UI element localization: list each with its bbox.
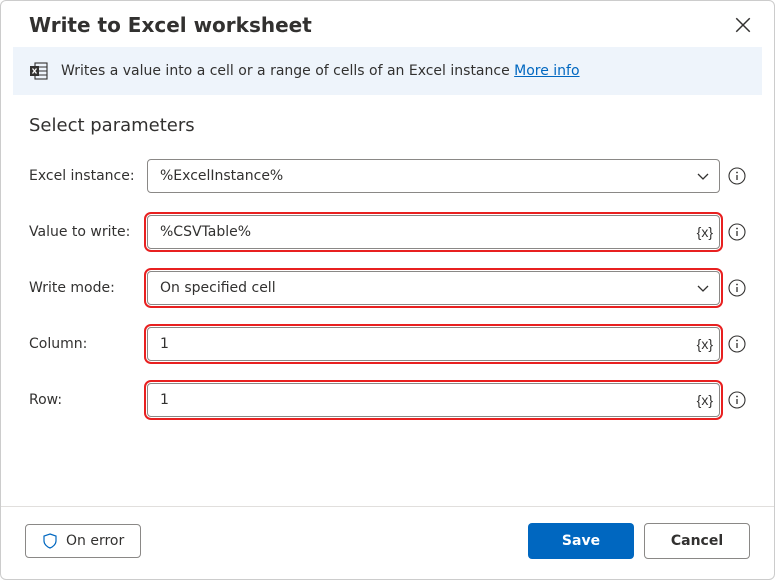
excel-instance-dropdown[interactable] [147, 159, 720, 193]
variable-picker-icon[interactable]: {x} [697, 224, 713, 240]
dialog-write-to-excel: Write to Excel worksheet Writes a value … [0, 0, 775, 580]
write-mode-value[interactable] [158, 279, 685, 297]
info-write-mode[interactable] [728, 279, 746, 297]
banner-text: Writes a value into a cell or a range of… [61, 63, 580, 79]
info-row[interactable] [728, 391, 746, 409]
row-value-to-write: Value to write: {x} [29, 204, 746, 260]
label-row: Row: [29, 392, 139, 408]
row-value[interactable] [158, 391, 685, 409]
close-button[interactable] [734, 16, 752, 34]
write-mode-dropdown[interactable] [147, 271, 720, 305]
info-value-to-write[interactable] [728, 223, 746, 241]
dialog-header: Write to Excel worksheet [1, 1, 774, 47]
dialog-title: Write to Excel worksheet [29, 13, 312, 37]
section-heading: Select parameters [1, 95, 774, 148]
chevron-down-icon [695, 168, 711, 184]
save-label: Save [562, 533, 600, 549]
variable-picker-icon[interactable]: {x} [697, 336, 713, 352]
label-column: Column: [29, 336, 139, 352]
row-column: Column: {x} [29, 316, 746, 372]
save-button[interactable]: Save [528, 523, 634, 559]
chevron-down-icon [695, 280, 711, 296]
variable-picker-icon[interactable]: {x} [697, 392, 713, 408]
info-icon [728, 279, 746, 297]
label-excel-instance: Excel instance: [29, 168, 139, 184]
info-excel-instance[interactable] [728, 167, 746, 185]
info-icon [728, 223, 746, 241]
label-value-to-write: Value to write: [29, 224, 139, 240]
banner-text-content: Writes a value into a cell or a range of… [61, 63, 514, 79]
excel-instance-value[interactable] [158, 167, 685, 185]
cancel-button[interactable]: Cancel [644, 523, 750, 559]
info-column[interactable] [728, 335, 746, 353]
on-error-button[interactable]: On error [25, 524, 141, 558]
excel-icon [29, 61, 49, 81]
on-error-label: On error [66, 533, 124, 549]
value-to-write-value[interactable] [158, 223, 685, 241]
label-write-mode: Write mode: [29, 280, 139, 296]
row-excel-instance: Excel instance: [29, 148, 746, 204]
parameters-panel: Excel instance: Value to write: {x} [1, 148, 774, 428]
dialog-footer: On error Save Cancel [1, 506, 774, 579]
more-info-link[interactable]: More info [514, 63, 579, 79]
info-icon [728, 335, 746, 353]
row-write-mode: Write mode: [29, 260, 746, 316]
value-to-write-input[interactable]: {x} [147, 215, 720, 249]
shield-icon [42, 533, 58, 549]
column-value[interactable] [158, 335, 685, 353]
info-icon [728, 391, 746, 409]
info-banner: Writes a value into a cell or a range of… [13, 47, 762, 95]
row-input[interactable]: {x} [147, 383, 720, 417]
info-icon [728, 167, 746, 185]
cancel-label: Cancel [671, 533, 723, 549]
column-input[interactable]: {x} [147, 327, 720, 361]
row-row: Row: {x} [29, 372, 746, 428]
close-icon [734, 16, 752, 34]
